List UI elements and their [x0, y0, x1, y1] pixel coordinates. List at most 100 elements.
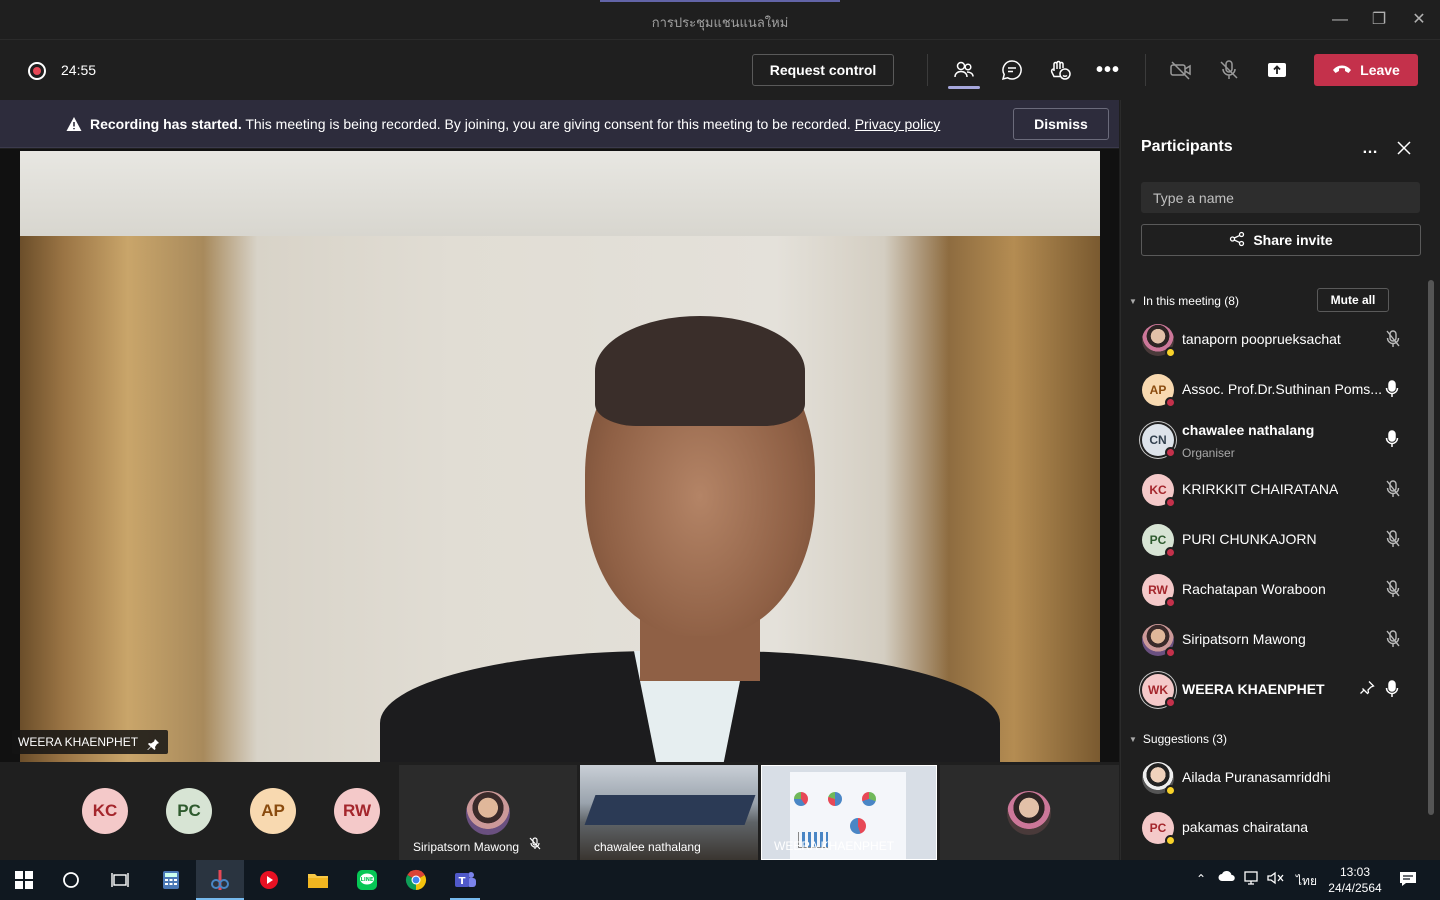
tile-label: Siripatsorn Mawong: [413, 840, 520, 854]
suggested-participant-row[interactable]: PC pakamas chairatana: [1121, 804, 1426, 852]
participant-row[interactable]: AP Assoc. Prof.Dr.Suthinan Poms...: [1121, 366, 1426, 414]
avatar-rw[interactable]: RW: [334, 788, 380, 834]
title-bar: การประชุมแชนแนลใหม่ — ❐ ✕: [0, 0, 1440, 40]
share-invite-button[interactable]: Share invite: [1141, 224, 1421, 256]
pin-icon[interactable]: [1359, 680, 1379, 700]
suggestions-header[interactable]: ▼ Suggestions (3): [1129, 732, 1227, 746]
close-window-icon[interactable]: ✕: [1407, 8, 1431, 32]
avatar: CN: [1142, 424, 1176, 458]
mute-all-button[interactable]: Mute all: [1317, 288, 1389, 312]
avatar-pc[interactable]: PC: [166, 788, 212, 834]
mic-off-icon[interactable]: [1385, 330, 1405, 350]
participants-panel: Participants … Share invite ▼ In this me…: [1120, 100, 1440, 860]
notifications-icon[interactable]: [1399, 870, 1417, 891]
suggested-participant-row[interactable]: Ailada Puranasamriddhi: [1121, 754, 1426, 802]
in-meeting-header[interactable]: ▼ In this meeting (8): [1129, 294, 1239, 308]
mic-off-icon[interactable]: [1385, 630, 1405, 650]
presence-status-icon: [1165, 497, 1176, 508]
teams-icon[interactable]: T: [451, 866, 479, 894]
request-control-button[interactable]: Request control: [752, 54, 894, 86]
share-screen-icon[interactable]: [1264, 57, 1290, 83]
chat-icon[interactable]: [999, 57, 1025, 83]
presence-status-icon: [1165, 785, 1176, 796]
avatar-initials: AP: [1149, 383, 1167, 397]
mic-on-icon[interactable]: [1385, 380, 1405, 400]
meeting-toolbar: 24:55 Request control ••• Leave: [0, 40, 1440, 100]
tray-chevron-up-icon[interactable]: ⌃: [1196, 872, 1206, 886]
mic-off-icon[interactable]: [1385, 530, 1405, 550]
snipping-tool-icon[interactable]: [206, 866, 234, 894]
active-tab-indicator: [948, 86, 980, 89]
participant-row[interactable]: tanaporn pooprueksachat: [1121, 316, 1426, 364]
avatar: AP: [1142, 374, 1176, 408]
svg-text:T: T: [459, 876, 466, 887]
minimize-icon[interactable]: —: [1328, 8, 1352, 32]
clock-date: 24/4/2564: [1328, 881, 1382, 895]
line-app-icon[interactable]: LINE: [353, 866, 381, 894]
speaker-name: WEERA KHAENPHET: [18, 735, 139, 749]
calculator-icon[interactable]: [157, 866, 185, 894]
input-language[interactable]: ไทย: [1296, 872, 1317, 891]
onedrive-icon[interactable]: [1218, 870, 1236, 885]
mic-on-icon[interactable]: [1385, 430, 1405, 450]
file-explorer-icon[interactable]: [304, 866, 332, 894]
maximize-icon[interactable]: ❐: [1367, 8, 1391, 32]
title-accent: [600, 0, 840, 2]
speaker-video[interactable]: [20, 151, 1100, 762]
participant-name: WEERA KHAENPHET: [1182, 681, 1325, 697]
share-invite-label: Share invite: [1253, 232, 1333, 248]
close-panel-icon[interactable]: [1396, 140, 1414, 158]
banner-message: Recording has started. This meeting is b…: [90, 116, 940, 132]
video-tile-weera-screen[interactable]: WEERA KHAENPHET: [761, 765, 937, 860]
participant-row[interactable]: KC KRIRKKIT CHAIRATANA: [1121, 466, 1426, 514]
avatar-ap[interactable]: AP: [250, 788, 296, 834]
task-view-icon[interactable]: [106, 866, 134, 894]
volume-muted-icon[interactable]: [1266, 870, 1284, 889]
reactions-icon[interactable]: [1047, 57, 1073, 83]
mic-off-icon[interactable]: [1216, 57, 1242, 83]
participant-name: Siripatsorn Mawong: [1182, 631, 1306, 647]
recording-icon: [28, 62, 46, 80]
participant-name: KRIRKKIT CHAIRATANA: [1182, 481, 1339, 497]
participant-name: chawalee nathalang: [1182, 422, 1315, 438]
svg-text:LINE: LINE: [361, 877, 374, 883]
chrome-icon[interactable]: [402, 866, 430, 894]
presence-status-icon: [1165, 347, 1176, 358]
video-tile-tanaporn[interactable]: [940, 765, 1119, 860]
participant-search-input[interactable]: [1141, 182, 1420, 213]
mic-off-icon[interactable]: [1385, 580, 1405, 600]
participants-icon[interactable]: [951, 57, 977, 83]
main-stage: WEERA KHAENPHET: [0, 149, 1119, 762]
participant-role: Organiser: [1182, 446, 1235, 460]
recording-banner: Recording has started. This meeting is b…: [0, 100, 1119, 148]
system-clock[interactable]: 13:03 24/4/2564: [1318, 864, 1392, 896]
participant-row[interactable]: CN chawalee nathalang Organiser: [1121, 416, 1426, 464]
mic-on-icon[interactable]: [1385, 680, 1405, 700]
media-player-icon[interactable]: [255, 866, 283, 894]
privacy-policy-link[interactable]: Privacy policy: [855, 116, 941, 132]
windows-start-icon[interactable]: [10, 866, 38, 894]
participant-row[interactable]: WK WEERA KHAENPHET: [1121, 666, 1426, 714]
share-icon: [1229, 231, 1245, 250]
camera-off-icon[interactable]: [1168, 57, 1194, 83]
avatar-kc[interactable]: KC: [82, 788, 128, 834]
leave-button[interactable]: Leave: [1314, 54, 1418, 86]
video-tile-chawalee[interactable]: chawalee nathalang: [580, 765, 758, 860]
dismiss-button[interactable]: Dismiss: [1013, 108, 1109, 140]
participant-row[interactable]: Siripatsorn Mawong: [1121, 616, 1426, 664]
panel-scrollbar[interactable]: [1428, 280, 1434, 815]
search-icon[interactable]: [57, 866, 85, 894]
panel-more-icon[interactable]: …: [1362, 140, 1379, 158]
more-options-icon[interactable]: •••: [1095, 57, 1121, 83]
participant-name: PURI CHUNKAJORN: [1182, 531, 1317, 547]
video-tile-siripatsorn[interactable]: Siripatsorn Mawong: [399, 765, 577, 860]
presence-status-icon: [1165, 647, 1176, 658]
presence-status-icon: [1165, 447, 1176, 458]
presence-status-icon: [1165, 697, 1176, 708]
participant-row[interactable]: PC PURI CHUNKAJORN: [1121, 516, 1426, 564]
mic-off-icon[interactable]: [1385, 480, 1405, 500]
avatar-initials: CN: [1149, 433, 1167, 447]
network-icon[interactable]: [1243, 870, 1261, 889]
participant-name: Assoc. Prof.Dr.Suthinan Poms...: [1182, 381, 1382, 397]
participant-row[interactable]: RW Rachatapan Woraboon: [1121, 566, 1426, 614]
